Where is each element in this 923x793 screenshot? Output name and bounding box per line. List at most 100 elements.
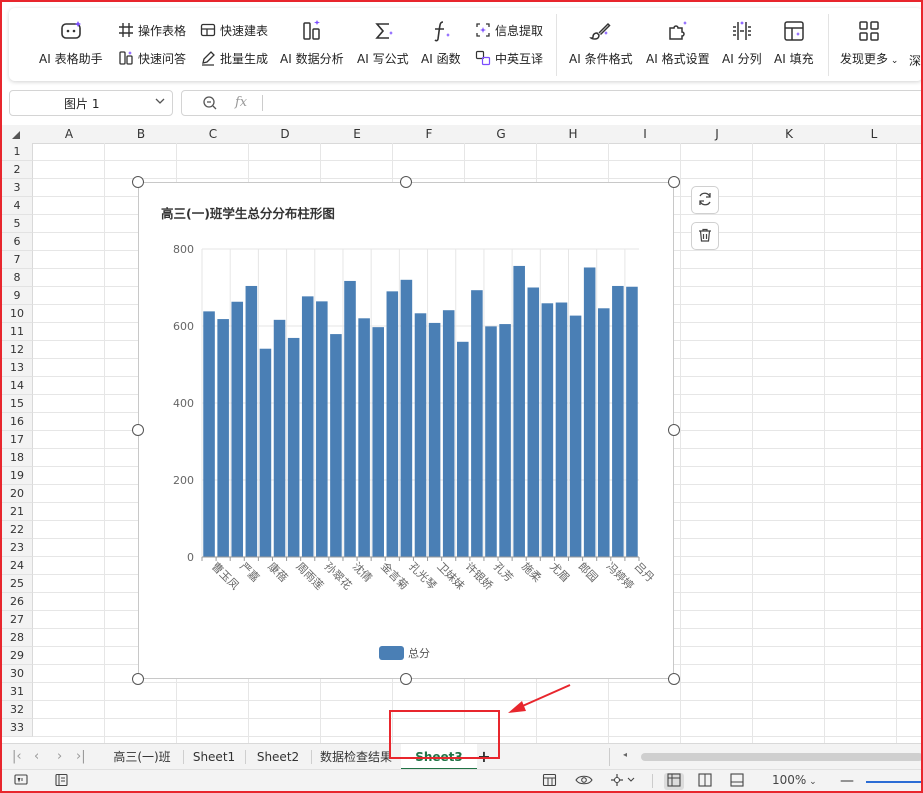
last-sheet-icon[interactable]: ›| (76, 744, 86, 770)
info-extract-button[interactable]: 信息提取 (474, 21, 543, 39)
zoom-slider[interactable] (866, 781, 923, 783)
row-header-3[interactable]: 3 (2, 179, 33, 197)
resize-handle-left[interactable] (132, 424, 144, 436)
resize-handle-bottom-right[interactable] (668, 673, 680, 685)
resize-handle-bottom[interactable] (400, 673, 412, 685)
row-header-16[interactable]: 16 (2, 413, 33, 431)
tab-sheet2[interactable]: Sheet2 (246, 744, 310, 770)
row-header-9[interactable]: 9 (2, 287, 33, 305)
row-header-1[interactable]: 1 (2, 143, 33, 161)
ai-function-button[interactable]: AI 函数 (421, 18, 461, 67)
horizontal-scrollbar[interactable] (641, 753, 923, 761)
row-header-29[interactable]: 29 (2, 647, 33, 665)
column-header-i[interactable]: I (609, 125, 682, 144)
zoom-level[interactable]: 100% ⌄ (772, 773, 817, 787)
delete-chart-button[interactable] (691, 222, 719, 250)
ai-fill-button[interactable]: AI 填充 (774, 18, 814, 67)
row-header-14[interactable]: 14 (2, 377, 33, 395)
tab-sheet1[interactable]: Sheet1 (184, 744, 244, 770)
normal-view-icon[interactable] (664, 773, 684, 790)
operate-table-button[interactable]: 操作表格 (117, 21, 186, 39)
formula-input[interactable] (270, 95, 910, 111)
row-header-12[interactable]: 12 (2, 341, 33, 359)
quick-qa-button[interactable]: 快速问答 (117, 49, 186, 67)
cn-en-translate-button[interactable]: 中英互译 (474, 49, 543, 67)
column-header-h[interactable]: H (537, 125, 610, 144)
scroll-left-icon[interactable]: ◂ (623, 750, 627, 759)
macro-record-icon[interactable] (14, 773, 30, 790)
tab-sheet3-active[interactable]: Sheet3 (401, 744, 477, 770)
refresh-chart-button[interactable] (691, 186, 719, 214)
ai-write-formula-button[interactable]: AI 写公式 (357, 18, 409, 67)
row-header-24[interactable]: 24 (2, 557, 33, 575)
tab-class-3-1[interactable]: 高三(一)班 (101, 744, 183, 770)
ai-table-assistant-button[interactable]: AI 表格助手 (39, 18, 103, 67)
ai-data-analysis-button[interactable]: AI 数据分析 (280, 18, 344, 67)
chevron-down-icon[interactable] (154, 95, 166, 110)
add-sheet-button[interactable]: + (477, 744, 491, 770)
row-header-19[interactable]: 19 (2, 467, 33, 485)
column-header-e[interactable]: E (321, 125, 394, 144)
column-header-a[interactable]: A (33, 125, 106, 144)
column-header-b[interactable]: B (105, 125, 178, 144)
resize-handle-bottom-left[interactable] (132, 673, 144, 685)
column-header-c[interactable]: C (177, 125, 250, 144)
row-header-20[interactable]: 20 (2, 485, 33, 503)
eye-protection-icon[interactable] (575, 773, 593, 790)
row-header-5[interactable]: 5 (2, 215, 33, 233)
table-style-icon[interactable] (542, 773, 558, 790)
row-header-31[interactable]: 31 (2, 683, 33, 701)
row-header-21[interactable]: 21 (2, 503, 33, 521)
column-header-l[interactable]: L (825, 125, 923, 144)
prev-sheet-icon[interactable]: ‹ (34, 744, 39, 770)
row-header-6[interactable]: 6 (2, 233, 33, 251)
select-all-corner[interactable] (2, 125, 34, 144)
row-header-8[interactable]: 8 (2, 269, 33, 287)
zoom-magnifier-icon[interactable] (202, 95, 218, 114)
row-header-23[interactable]: 23 (2, 539, 33, 557)
row-header-26[interactable]: 26 (2, 593, 33, 611)
row-header-17[interactable]: 17 (2, 431, 33, 449)
quick-build-table-button[interactable]: 快速建表 (199, 21, 268, 39)
column-header-g[interactable]: G (465, 125, 538, 144)
overflow-ribbon-item[interactable]: 深 (909, 52, 921, 69)
row-header-18[interactable]: 18 (2, 449, 33, 467)
row-header-10[interactable]: 10 (2, 305, 33, 323)
row-header-33[interactable]: 33 (2, 719, 33, 737)
page-layout-view-icon[interactable] (698, 773, 712, 790)
ai-conditional-format-button[interactable]: AI 条件格式 (569, 18, 633, 67)
discover-more-button[interactable]: 发现更多 ⌄ (840, 18, 898, 67)
tab-data-check-result[interactable]: 数据检查结果 (312, 744, 400, 770)
row-header-4[interactable]: 4 (2, 197, 33, 215)
bar-chart[interactable]: 高三(一)班学生总分分布柱形图 0 200 400 600 800 曹玉凤 严嘉 康蓓 周雨莲孙… (138, 182, 674, 679)
navigation-cross-icon[interactable] (610, 773, 636, 790)
row-header-15[interactable]: 15 (2, 395, 33, 413)
fx-icon[interactable]: fx (235, 95, 247, 110)
row-header-11[interactable]: 11 (2, 323, 33, 341)
row-header-30[interactable]: 30 (2, 665, 33, 683)
row-header-27[interactable]: 27 (2, 611, 33, 629)
ai-format-settings-button[interactable]: AI 格式设置 (646, 18, 710, 67)
row-header-32[interactable]: 32 (2, 701, 33, 719)
column-header-f[interactable]: F (393, 125, 466, 144)
row-header-28[interactable]: 28 (2, 629, 33, 647)
ai-split-column-button[interactable]: AI 分列 (722, 18, 762, 67)
first-sheet-icon[interactable]: |‹ (12, 744, 22, 770)
row-header-22[interactable]: 22 (2, 521, 33, 539)
zoom-out-button[interactable]: — (840, 773, 854, 789)
resize-handle-right[interactable] (668, 424, 680, 436)
resize-handle-top-left[interactable] (132, 176, 144, 188)
column-header-j[interactable]: J (681, 125, 754, 144)
sheet-list-icon[interactable] (54, 773, 70, 790)
next-sheet-icon[interactable]: › (57, 744, 62, 770)
batch-generate-button[interactable]: 批量生成 (199, 49, 268, 67)
row-header-25[interactable]: 25 (2, 575, 33, 593)
column-header-k[interactable]: K (753, 125, 826, 144)
name-box[interactable]: 图片 1 (9, 90, 173, 116)
resize-handle-top-right[interactable] (668, 176, 680, 188)
resize-handle-top[interactable] (400, 176, 412, 188)
page-break-view-icon[interactable] (730, 773, 744, 790)
column-header-d[interactable]: D (249, 125, 322, 144)
row-header-13[interactable]: 13 (2, 359, 33, 377)
row-header-2[interactable]: 2 (2, 161, 33, 179)
